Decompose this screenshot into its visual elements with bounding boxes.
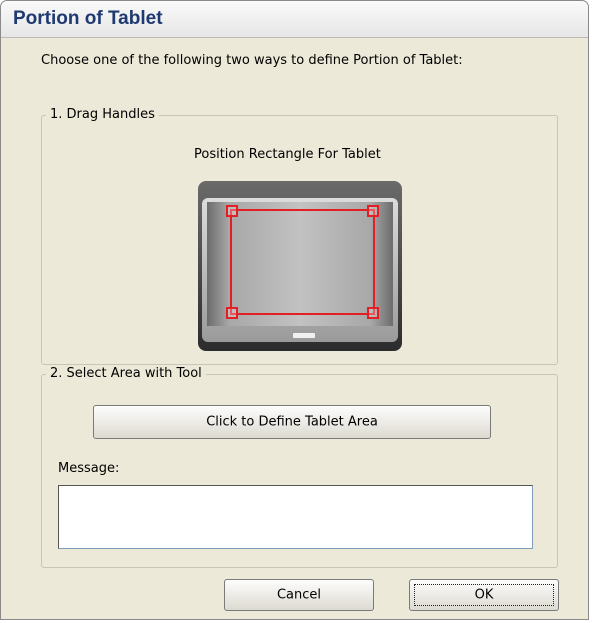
drag-handle-top-left[interactable] <box>226 205 238 217</box>
cancel-button-label: Cancel <box>276 587 322 603</box>
define-tablet-area-button-label: Click to Define Tablet Area <box>206 414 378 430</box>
message-textbox[interactable] <box>58 485 533 549</box>
drag-handle-bottom-right[interactable] <box>367 307 379 319</box>
define-tablet-area-button[interactable]: Click to Define Tablet Area <box>93 405 491 439</box>
message-label: Message: <box>58 461 120 476</box>
intro-text: Choose one of the following two ways to … <box>41 53 463 68</box>
tablet-indicator-light <box>293 333 315 338</box>
ok-button[interactable]: OK <box>409 579 559 611</box>
drag-handle-bottom-left[interactable] <box>226 307 238 319</box>
select-area-group-label: 2. Select Area with Tool <box>46 366 206 381</box>
ok-button-label: OK <box>474 587 494 603</box>
drag-handle-top-right[interactable] <box>367 205 379 217</box>
title-bar[interactable]: Portion of Tablet <box>1 1 588 38</box>
portion-of-tablet-dialog: Portion of Tablet Choose one of the foll… <box>0 0 589 620</box>
cancel-button[interactable]: Cancel <box>224 579 374 611</box>
portion-selection-rectangle[interactable] <box>226 205 379 319</box>
position-rectangle-subtitle: Position Rectangle For Tablet <box>194 147 381 162</box>
dialog-title: Portion of Tablet <box>13 8 163 29</box>
drag-handles-group-label: 1. Drag Handles <box>46 107 159 122</box>
